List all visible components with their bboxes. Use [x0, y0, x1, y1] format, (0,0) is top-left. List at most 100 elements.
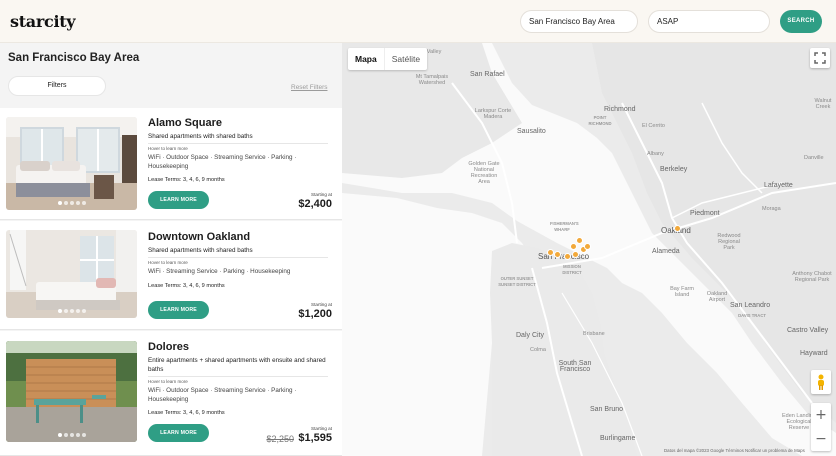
starcity-logo[interactable]: starcity	[10, 12, 76, 31]
map-attribution[interactable]: Datos del mapa ©2023 Google Términos Not…	[664, 448, 805, 453]
listing-photo[interactable]	[6, 230, 137, 318]
learn-more-button[interactable]: LEARN MORE	[148, 301, 209, 319]
map-label-san-rafael: San Rafael	[470, 71, 505, 78]
hover-hint: Hover to learn more	[148, 260, 188, 265]
reset-filters-link[interactable]: Reset Filters	[291, 84, 327, 91]
map-type-toggle: Mapa Satélite	[348, 48, 428, 70]
listing-title[interactable]: Dolores	[148, 341, 189, 353]
map-view[interactable]: Mill Valley Mt Tamalpais Watershed San R…	[342, 43, 836, 456]
zoom-in-button[interactable]: +	[811, 403, 831, 427]
listing-card-downtown-oakland[interactable]: Downtown Oakland Shared apartments with …	[0, 221, 342, 330]
map-label-anthony-chabot: Anthony Chabot Regional Park	[792, 271, 832, 283]
listing-price: $1,595	[298, 432, 332, 444]
app-root: starcity San Francisco Bay Area ASAP SEA…	[0, 0, 836, 456]
map-label-redwood: Redwood Regional Park	[717, 233, 741, 251]
listing-title[interactable]: Alamo Square	[148, 117, 222, 129]
hover-hint: Hover to learn more	[148, 146, 188, 151]
original-price: $2,250	[266, 434, 294, 444]
hover-hint: Hover to learn more	[148, 379, 188, 384]
map-label-piedmont: Piedmont	[690, 210, 720, 217]
listing-price: $2,400	[298, 198, 332, 210]
tab-satellite[interactable]: Satélite	[385, 48, 427, 70]
top-header: starcity San Francisco Bay Area ASAP SEA…	[0, 0, 836, 43]
listing-photo[interactable]	[6, 117, 137, 210]
map-label-golden-gate: Golden Gate National Recreation Area	[468, 161, 500, 185]
lease-terms: Lease Terms: 3, 4, 6, 9 months	[148, 283, 225, 289]
starting-at-label: Starting at	[311, 426, 332, 431]
listing-map-pin[interactable]	[547, 249, 554, 256]
listing-subtitle: Shared apartments with shared baths	[148, 133, 253, 140]
learn-more-button[interactable]: LEARN MORE	[148, 191, 209, 209]
search-button[interactable]: SEARCH	[780, 10, 822, 33]
listing-card-alamo-square[interactable]: Alamo Square Shared apartments with shar…	[0, 108, 342, 220]
map-label-daly-city: Daly City	[516, 332, 545, 339]
zoom-out-button[interactable]: −	[811, 427, 831, 451]
map-label-mt-tamalpais: Mt Tamalpais Watershed	[415, 74, 449, 86]
pegman-icon	[818, 374, 824, 390]
divider	[148, 257, 328, 258]
lease-terms: Lease Terms: 3, 4, 6, 9 months	[148, 410, 225, 416]
map-label-san-bruno: San Bruno	[590, 406, 624, 413]
photo-carousel-dots[interactable]	[58, 309, 86, 313]
photo-carousel-dots[interactable]	[58, 201, 86, 205]
listing-map-pin[interactable]	[564, 253, 571, 260]
map-label-hayward: Hayward	[800, 350, 828, 357]
map-label-sausalito: Sausalito	[517, 128, 546, 135]
map-label-san-leandro: San Leandro	[730, 302, 771, 309]
map-label-point-richmond: POINT RICHMOND	[588, 115, 612, 126]
starting-at-label: Starting at	[311, 302, 332, 307]
map-label-oakland-airport: Oakland Airport	[706, 291, 728, 303]
map-label-moraga: Moraga	[762, 206, 781, 212]
learn-more-button[interactable]: LEARN MORE	[148, 424, 209, 442]
listing-subtitle: Entire apartments + shared apartments wi…	[148, 357, 326, 373]
map-label-castro-valley: Castro Valley	[787, 327, 829, 334]
map-label-davis-tract: DAVIS TRACT	[738, 313, 766, 318]
move-in-date-input[interactable]: ASAP	[648, 10, 770, 33]
map-label-larkspur: Larkspur Corte Madera	[474, 108, 512, 120]
map-label-south-sf: South San Francisco	[558, 360, 592, 373]
street-view-button[interactable]	[811, 370, 831, 394]
listing-card-dolores[interactable]: Dolores Entire apartments + shared apart…	[0, 331, 342, 456]
tab-map[interactable]: Mapa	[348, 48, 385, 70]
map-label-fishermans-wharf: FISHERMAN'S WHARF	[550, 221, 579, 232]
amenities-list: WiFi · Outdoor Space · Streaming Service…	[148, 387, 297, 403]
map-label-alameda: Alameda	[652, 248, 680, 255]
listing-title[interactable]: Downtown Oakland	[148, 231, 250, 243]
map-label-el-cerrito: El Cerrito	[642, 123, 665, 129]
filters-button[interactable]: Filters	[8, 76, 106, 96]
map-label-richmond: Richmond	[604, 106, 636, 113]
map-label-walnut-creek: Walnut Creek	[814, 98, 832, 110]
amenities-list: WiFi · Streaming Service · Parking · Hou…	[148, 268, 291, 275]
divider	[148, 376, 328, 377]
listing-photo[interactable]	[6, 341, 137, 442]
listing-map-pin[interactable]	[576, 237, 583, 244]
listing-price: $1,200	[298, 308, 332, 320]
listing-map-pin[interactable]	[674, 225, 681, 232]
location-input[interactable]: San Francisco Bay Area	[520, 10, 638, 33]
fullscreen-button[interactable]	[810, 48, 830, 68]
divider	[148, 143, 328, 144]
lease-terms: Lease Terms: 3, 4, 6, 9 months	[148, 177, 225, 183]
zoom-controls: + −	[811, 403, 831, 451]
listing-map-pin[interactable]	[554, 251, 561, 258]
photo-carousel-dots[interactable]	[58, 433, 86, 437]
map-label-albany: Albany	[647, 151, 664, 157]
region-title: San Francisco Bay Area	[8, 52, 140, 64]
map-label-burlingame: Burlingame	[600, 435, 636, 442]
map-label-mission-district: MISSION DISTRICT	[562, 264, 582, 275]
fullscreen-icon	[814, 52, 826, 64]
listing-map-pin[interactable]	[570, 243, 577, 250]
map-label-danville: Danville	[804, 155, 824, 161]
map-label-outer-sunset: OUTER SUNSET SUNSET DISTRICT	[498, 276, 536, 287]
map-label-brisbane: Brisbane	[583, 331, 605, 337]
listing-panel: San Francisco Bay Area Filters Reset Fil…	[0, 43, 342, 456]
map-label-bay-farm: Bay Farm Island	[670, 286, 694, 298]
map-label-colma: Colma	[530, 347, 546, 353]
starting-at-label: Starting at	[311, 192, 332, 197]
amenities-list: WiFi · Outdoor Space · Streaming Service…	[148, 154, 297, 170]
map-label-berkeley: Berkeley	[660, 166, 688, 173]
listing-map-pin[interactable]	[584, 243, 591, 250]
listing-subtitle: Shared apartments with shared baths	[148, 247, 253, 254]
listing-map-pin[interactable]	[572, 251, 579, 258]
map-label-lafayette: Lafayette	[764, 182, 793, 189]
